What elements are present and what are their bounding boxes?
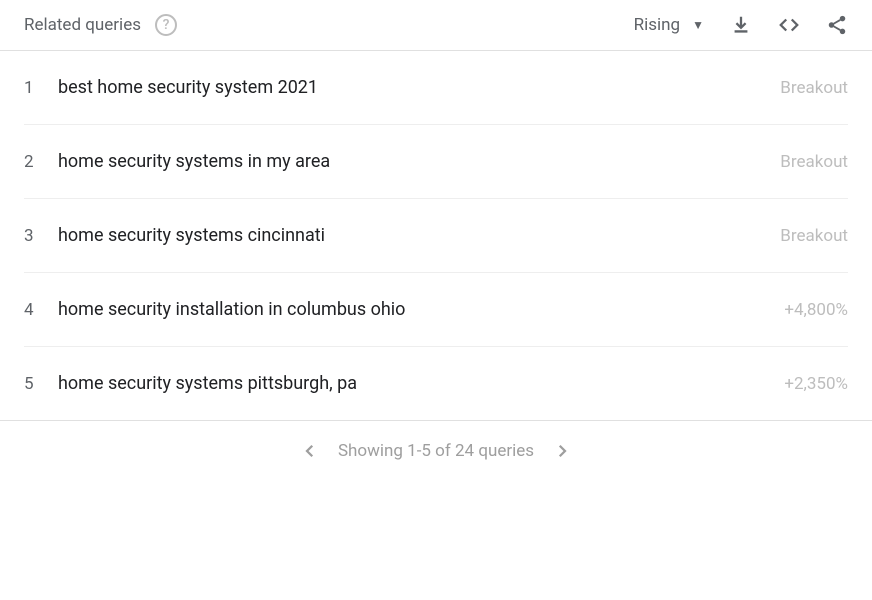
row-value: Breakout	[780, 152, 848, 172]
pagination: Showing 1-5 of 24 queries	[0, 420, 872, 481]
list-item[interactable]: 4 home security installation in columbus…	[24, 273, 848, 347]
pagination-text: Showing 1-5 of 24 queries	[338, 441, 534, 461]
chevron-right-icon[interactable]	[552, 441, 572, 461]
header: Related queries ? Rising ▼	[0, 0, 872, 51]
chevron-left-icon[interactable]	[300, 441, 320, 461]
row-value: Breakout	[780, 78, 848, 98]
embed-icon[interactable]	[778, 14, 800, 36]
row-query: home security systems cincinnati	[58, 225, 780, 246]
row-query: home security systems pittsburgh, pa	[58, 373, 784, 394]
query-list: 1 best home security system 2021 Breakou…	[0, 51, 872, 421]
header-title: Related queries	[24, 15, 141, 35]
header-actions	[730, 14, 848, 36]
list-item[interactable]: 3 home security systems cincinnati Break…	[24, 199, 848, 273]
row-rank: 2	[24, 152, 58, 172]
row-rank: 3	[24, 226, 58, 246]
list-item[interactable]: 5 home security systems pittsburgh, pa +…	[24, 347, 848, 421]
help-icon[interactable]: ?	[155, 14, 177, 36]
list-item[interactable]: 1 best home security system 2021 Breakou…	[24, 51, 848, 125]
row-query: home security systems in my area	[58, 151, 780, 172]
list-item[interactable]: 2 home security systems in my area Break…	[24, 125, 848, 199]
download-icon[interactable]	[730, 14, 752, 36]
sort-dropdown[interactable]: Rising ▼	[634, 15, 704, 35]
row-value: +4,800%	[784, 300, 848, 320]
row-query: best home security system 2021	[58, 77, 780, 98]
share-icon[interactable]	[826, 14, 848, 36]
row-rank: 1	[24, 78, 58, 98]
row-rank: 5	[24, 374, 58, 394]
row-value: Breakout	[780, 226, 848, 246]
row-rank: 4	[24, 300, 58, 320]
row-query: home security installation in columbus o…	[58, 299, 784, 320]
chevron-down-icon: ▼	[692, 18, 704, 32]
dropdown-label: Rising	[634, 15, 680, 35]
row-value: +2,350%	[784, 374, 848, 394]
